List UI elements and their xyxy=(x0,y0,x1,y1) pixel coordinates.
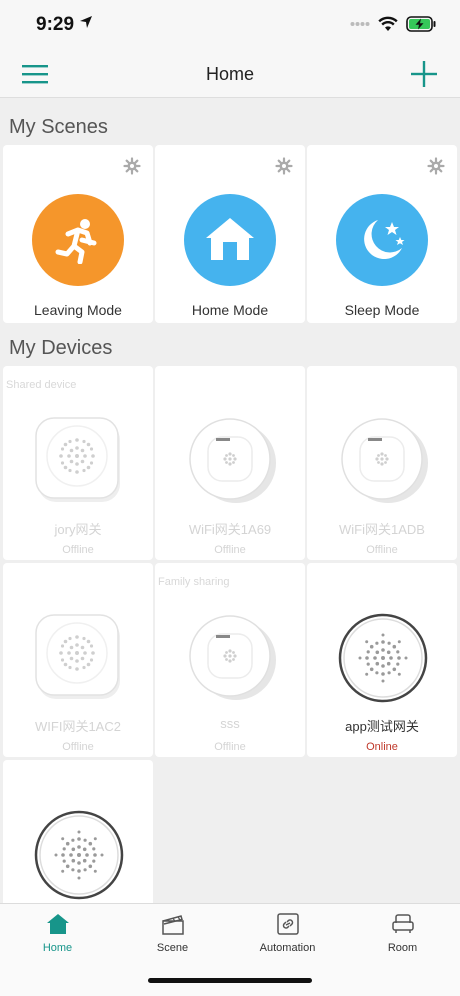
square-gateway-icon xyxy=(35,417,120,502)
wifi-icon xyxy=(378,16,398,31)
tab-label: Room xyxy=(387,942,418,954)
device-name: WiFi网关1A69 xyxy=(188,522,272,537)
tab-room[interactable]: Room xyxy=(345,913,460,954)
tab-label: Scene xyxy=(156,942,189,954)
device-name: jory网关 xyxy=(54,522,102,537)
home-icon xyxy=(46,914,69,934)
tab-home[interactable]: Home xyxy=(0,913,115,954)
gear-icon[interactable] xyxy=(123,157,141,175)
device-card-wifi-1ac2[interactable]: WIFI网关1AC2 Offline xyxy=(3,563,153,757)
gear-icon[interactable] xyxy=(275,157,293,175)
device-tag: Family sharing xyxy=(158,576,230,588)
gear-icon[interactable] xyxy=(427,157,445,175)
device-status: Offline xyxy=(366,544,398,556)
house-icon xyxy=(206,218,254,260)
device-name: app测试网关 xyxy=(345,719,419,734)
device-status: Offline xyxy=(214,741,246,753)
status-indicators xyxy=(350,16,436,32)
device-status: Offline xyxy=(62,741,94,753)
device-card-jory[interactable]: Shared device jory网关 Offline xyxy=(3,366,153,560)
scene-icon-circle xyxy=(184,194,276,286)
scene-card-home[interactable]: Home Mode xyxy=(155,145,305,323)
status-time: 9:29 xyxy=(36,14,75,35)
battery-charging-icon xyxy=(406,16,436,32)
tab-scene[interactable]: Scene xyxy=(115,913,230,954)
scene-label: Sleep Mode xyxy=(344,302,420,318)
device-status: Online xyxy=(366,741,398,753)
round-smoke-detector-icon xyxy=(189,418,276,503)
clapperboard-icon xyxy=(161,915,184,935)
armchair-icon xyxy=(391,914,414,933)
link-icon xyxy=(276,913,299,935)
moon-stars-icon xyxy=(364,220,405,260)
tab-label: Home xyxy=(42,942,73,954)
location-arrow-icon xyxy=(80,16,92,28)
nav-bar: Home xyxy=(0,50,460,98)
scene-label: Leaving Mode xyxy=(34,302,122,318)
device-card-app-gateway[interactable]: app测试网关 Online xyxy=(307,563,457,757)
device-card-wifi-1adb[interactable]: WiFi网关1ADB Offline xyxy=(307,366,457,560)
add-icon[interactable] xyxy=(410,60,438,88)
scene-card-leaving[interactable]: Leaving Mode xyxy=(3,145,153,323)
page-title: Home xyxy=(205,64,254,84)
device-name: sss xyxy=(220,716,240,731)
scene-icon-circle xyxy=(32,194,124,286)
circular-speaker-icon xyxy=(338,613,428,703)
device-tag: Shared device xyxy=(6,379,77,391)
device-status: Offline xyxy=(214,544,246,556)
device-name: WIFI网关1AC2 xyxy=(35,719,121,734)
tab-automation[interactable]: Automation xyxy=(230,913,345,954)
status-bar: 9:29 xyxy=(0,0,460,50)
device-name: WiFi网关1ADB xyxy=(339,522,425,537)
scenes-section-title: My Scenes xyxy=(9,116,108,138)
devices-section-title: My Devices xyxy=(9,337,113,359)
device-card-wifi-1a69[interactable]: WiFi网关1A69 Offline xyxy=(155,366,305,560)
round-smoke-detector-icon xyxy=(189,615,276,700)
tab-label: Automation xyxy=(259,942,316,954)
home-indicator xyxy=(148,978,312,983)
scene-label: Home Mode xyxy=(191,302,269,318)
cellular-signal-icon xyxy=(350,22,370,26)
running-person-icon xyxy=(55,219,97,264)
scene-icon-circle xyxy=(336,194,428,286)
round-smoke-detector-icon xyxy=(341,418,428,503)
device-card-sss[interactable]: Family sharing sss Offline xyxy=(155,563,305,757)
square-gateway-icon xyxy=(35,614,120,699)
circular-speaker-icon xyxy=(34,810,124,900)
device-status: Offline xyxy=(62,544,94,556)
scene-card-sleep[interactable]: Sleep Mode xyxy=(307,145,457,323)
